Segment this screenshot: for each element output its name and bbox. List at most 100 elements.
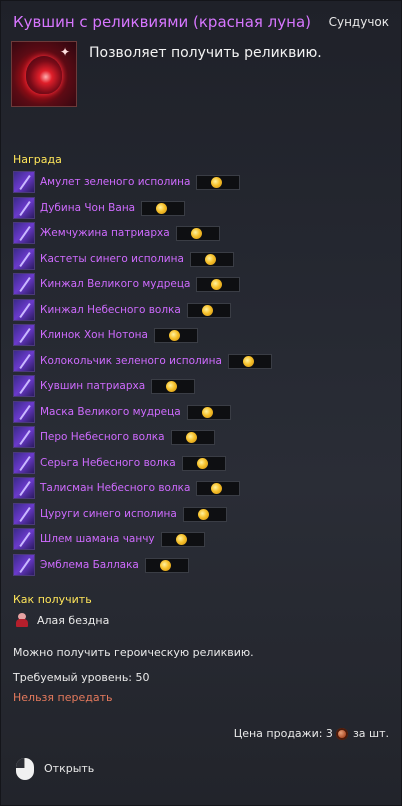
required-level: Требуемый уровень: 50: [13, 671, 150, 684]
gold-coin-icon: [156, 202, 168, 214]
item-tooltip: Кувшин с реликвиями (красная луна) Сунду…: [0, 0, 402, 806]
reward-item[interactable]: Эмблема Баллака: [13, 554, 189, 576]
open-action-label: Открыть: [44, 761, 95, 775]
reward-item[interactable]: Цуруги синего исполина: [13, 503, 227, 525]
reward-section-label: Награда: [13, 153, 62, 166]
reward-item-name: Кувшин патриарха: [40, 380, 146, 392]
reward-item[interactable]: Перо Небесного волка: [13, 426, 215, 448]
relic-note: Можно получить героическую реликвию.: [13, 646, 254, 659]
sell-price-unit: за шт.: [352, 727, 389, 740]
reward-item-name: Кинжал Небесного волка: [40, 304, 181, 316]
reward-item-name: Колокольчик зеленого исполина: [40, 355, 222, 367]
relic-item-icon: [13, 452, 35, 474]
reward-item-name: Серьга Небесного волка: [40, 457, 176, 469]
relic-item-icon: [13, 248, 35, 270]
relic-item-icon: [13, 299, 35, 321]
reward-quality-slot: [186, 404, 231, 420]
reward-quality-slot: [196, 276, 241, 292]
reward-item-name: Шлем шамана чанчу: [40, 533, 155, 545]
relic-item-icon: [13, 426, 35, 448]
gold-coin-icon: [166, 380, 178, 392]
gold-coin-icon: [204, 253, 216, 265]
relic-item-icon: [13, 477, 35, 499]
reward-item-name: Клинок Хон Нотона: [40, 329, 148, 341]
reward-quality-slot: [196, 174, 241, 190]
reward-item[interactable]: Амулет зеленого исполина: [13, 171, 241, 193]
reward-quality-slot: [151, 378, 196, 394]
open-action[interactable]: Открыть: [15, 755, 94, 781]
reward-quality-slot: [144, 557, 189, 573]
red-jar-icon: ✦: [11, 41, 77, 107]
gold-coin-icon: [185, 431, 197, 443]
reward-quality-slot: [196, 480, 241, 496]
reward-item[interactable]: Кинжал Великого мудреца: [13, 273, 241, 295]
sell-price-label: Цена продажи: 3: [233, 727, 333, 740]
relic-item-icon: [13, 350, 35, 372]
reward-quality-slot: [182, 506, 227, 522]
reward-item-name: Дубина Чон Вана: [40, 202, 136, 214]
untradable-note: Нельзя передать: [13, 691, 113, 704]
gold-coin-icon: [242, 355, 254, 367]
reward-item[interactable]: Жемчужина патриарха: [13, 222, 220, 244]
reward-item[interactable]: Талисман Небесного волка: [13, 477, 241, 499]
relic-item-icon: [13, 222, 35, 244]
sell-price: Цена продажи: 3 за шт.: [234, 727, 389, 740]
mouse-left-click-icon: [15, 755, 35, 781]
reward-quality-slot: [170, 429, 215, 445]
source-name: Алая бездна: [37, 613, 110, 627]
reward-item-name: Талисман Небесного волка: [40, 482, 191, 494]
reward-quality-slot: [160, 531, 205, 547]
reward-quality-slot: [141, 200, 186, 216]
item-title: Кувшин с реликвиями (красная луна): [13, 13, 312, 31]
reward-quality-slot: [175, 225, 220, 241]
gold-coin-icon: [211, 176, 223, 188]
reward-item[interactable]: Серьга Небесного волка: [13, 452, 226, 474]
gold-coin-icon: [201, 406, 213, 418]
reward-item[interactable]: Маска Великого мудреца: [13, 401, 231, 423]
reward-item[interactable]: Кастеты синего исполина: [13, 248, 234, 270]
relic-item-icon: [13, 401, 35, 423]
reward-item-name: Кастеты синего исполина: [40, 253, 184, 265]
reward-item-name: Жемчужина патриарха: [40, 227, 170, 239]
relic-item-icon: [13, 528, 35, 550]
reward-item[interactable]: Шлем шамана чанчу: [13, 528, 205, 550]
item-category: Сундучок: [328, 15, 389, 29]
relic-item-icon: [13, 554, 35, 576]
reward-quality-slot: [186, 302, 231, 318]
relic-item-icon: [13, 324, 35, 346]
reward-quality-slot: [153, 327, 198, 343]
gold-coin-icon: [159, 559, 171, 571]
obtain-section-label: Как получить: [13, 593, 92, 606]
reward-item[interactable]: Кинжал Небесного волка: [13, 299, 231, 321]
gold-coin-icon: [211, 278, 223, 290]
reward-quality-slot: [227, 353, 272, 369]
reward-item-name: Амулет зеленого исполина: [40, 176, 191, 188]
gold-coin-icon: [190, 227, 202, 239]
item-description: Позволяет получить реликвию.: [89, 45, 322, 61]
relic-item-icon: [13, 375, 35, 397]
copper-coin-icon: [335, 727, 348, 740]
gold-coin-icon: [201, 304, 213, 316]
gold-coin-icon: [175, 533, 187, 545]
reward-item-name: Цуруги синего исполина: [40, 508, 177, 520]
relic-item-icon: [13, 273, 35, 295]
reward-item-name: Эмблема Баллака: [40, 559, 139, 571]
reward-item[interactable]: Дубина Чон Вана: [13, 197, 186, 219]
reward-quality-slot: [189, 251, 234, 267]
reward-quality-slot: [181, 455, 226, 471]
gold-coin-icon: [196, 457, 208, 469]
npc-icon: [15, 613, 29, 627]
gold-coin-icon: [197, 508, 209, 520]
reward-item-name: Перо Небесного волка: [40, 431, 165, 443]
reward-item[interactable]: Кувшин патриарха: [13, 375, 196, 397]
gold-coin-icon: [211, 482, 223, 494]
reward-item[interactable]: Клинок Хон Нотона: [13, 324, 198, 346]
source-row: Алая бездна: [15, 613, 109, 627]
gold-coin-icon: [168, 329, 180, 341]
relic-item-icon: [13, 503, 35, 525]
relic-item-icon: [13, 197, 35, 219]
relic-item-icon: [13, 171, 35, 193]
reward-item[interactable]: Колокольчик зеленого исполина: [13, 350, 272, 372]
reward-item-name: Маска Великого мудреца: [40, 406, 181, 418]
reward-item-name: Кинжал Великого мудреца: [40, 278, 191, 290]
